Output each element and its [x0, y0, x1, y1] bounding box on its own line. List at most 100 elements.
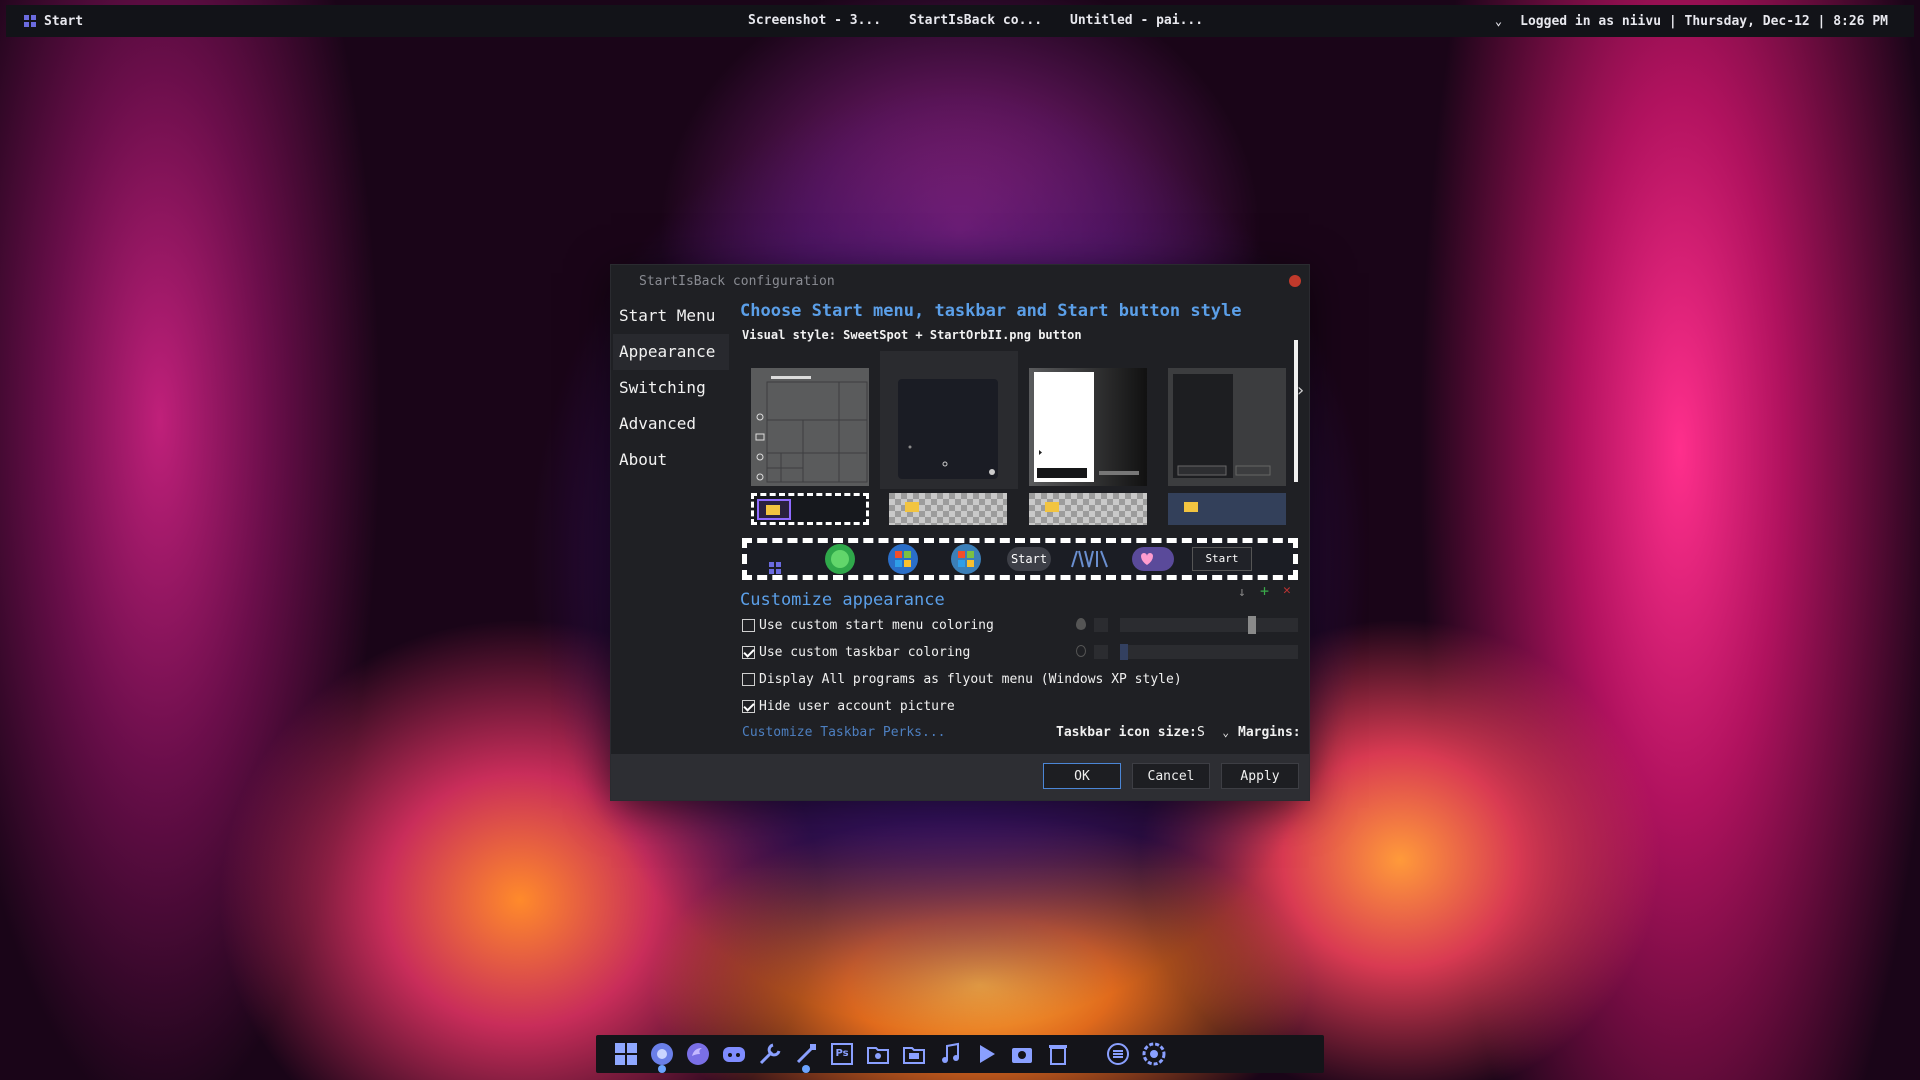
chevron-down-icon[interactable]: ⌄	[1495, 14, 1502, 28]
nav-start-menu[interactable]: Start Menu	[613, 298, 729, 334]
style-thumb-3[interactable]	[1029, 368, 1147, 486]
icon-size-label: Taskbar icon size:	[1056, 725, 1197, 740]
dialog-footer: OK Cancel Apply	[611, 754, 1309, 800]
folder-icon	[1184, 502, 1198, 512]
taskbar-style-1[interactable]	[751, 493, 869, 525]
orb-graffiti[interactable]	[1069, 547, 1113, 571]
chevron-right-icon[interactable]: ›	[1295, 380, 1306, 401]
color-drop-icon[interactable]	[1076, 618, 1086, 630]
startisback-dialog: StartIsBack configuration Start Menu App…	[611, 265, 1309, 800]
heart-orb-icon	[1141, 553, 1153, 565]
orb-start-pill[interactable]: Start	[1007, 547, 1051, 571]
camera-folder-icon[interactable]	[864, 1040, 892, 1068]
style-thumb-4[interactable]	[1168, 368, 1286, 486]
screenshot-icon[interactable]	[1008, 1040, 1036, 1068]
photoshop-label: Ps	[831, 1043, 853, 1065]
calendar-folder-icon[interactable]	[900, 1040, 928, 1068]
color-swatch[interactable]	[1094, 645, 1108, 659]
style-thumb-1[interactable]	[751, 368, 869, 486]
start-menu-opacity-slider[interactable]	[1120, 616, 1298, 634]
folder-glyph	[766, 505, 780, 515]
option-label: Use custom start menu coloring	[759, 617, 994, 633]
folder-icon	[905, 502, 919, 512]
start-grid-icon[interactable]	[612, 1040, 640, 1068]
orb-win7[interactable]	[885, 543, 921, 579]
style-heading: Choose Start menu, taskbar and Start but…	[740, 301, 1242, 321]
status-text: Logged in as niivu | Thursday, Dec-12 | …	[1520, 13, 1888, 29]
chrome-icon[interactable]	[648, 1040, 676, 1073]
option-taskbar-coloring[interactable]: Use custom taskbar coloring	[742, 643, 970, 661]
style-thumb-2-selected[interactable]	[880, 351, 1018, 489]
option-hide-user-picture[interactable]: Hide user account picture	[742, 697, 955, 715]
taskbar-opacity-slider[interactable]	[1120, 644, 1298, 660]
menu-icon[interactable]	[1104, 1040, 1132, 1068]
icon-size-select[interactable]: S ⌄	[1191, 723, 1233, 743]
music-icon[interactable]	[936, 1040, 964, 1068]
orb-win7-alt[interactable]	[948, 543, 984, 579]
ok-button[interactable]: OK	[1043, 763, 1121, 789]
add-icon[interactable]: +	[1260, 582, 1269, 600]
color-swatch[interactable]	[1094, 618, 1108, 632]
customize-perks-link[interactable]: Customize Taskbar Perks...	[742, 725, 946, 740]
icon-size-value: S	[1197, 725, 1205, 740]
cancel-button[interactable]: Cancel	[1132, 763, 1210, 789]
download-icon[interactable]: ↓	[1238, 585, 1246, 600]
start-button-styles: Start Start	[742, 538, 1298, 580]
photoshop-icon[interactable]: Ps	[828, 1040, 856, 1068]
slider-thumb[interactable]	[1248, 616, 1256, 634]
slider-thumb[interactable]	[1120, 644, 1128, 660]
play-icon[interactable]	[972, 1040, 1000, 1068]
taskbar-style-3[interactable]	[1029, 493, 1147, 525]
taskbar-style-4[interactable]	[1168, 493, 1286, 525]
chevron-down-icon: ⌄	[1222, 726, 1229, 739]
windows-orb-icon	[888, 544, 918, 574]
customize-heading: Customize appearance	[740, 590, 945, 610]
active-indicator	[802, 1065, 810, 1073]
checkbox-checked[interactable]	[742, 699, 755, 713]
dialog-title: StartIsBack configuration	[639, 274, 835, 289]
close-button[interactable]	[1289, 275, 1301, 287]
apply-button[interactable]: Apply	[1221, 763, 1299, 789]
nav-switching[interactable]: Switching	[613, 370, 729, 406]
active-indicator	[658, 1065, 666, 1073]
system-tray: ⌄ Logged in as niivu | Thursday, Dec-12 …	[1495, 5, 1888, 37]
option-flyout-menu[interactable]: Display All programs as flyout menu (Win…	[742, 670, 1182, 688]
color-drop-icon[interactable]	[1076, 645, 1086, 657]
taskbar-style-2[interactable]	[889, 493, 1007, 525]
visual-style-label: Visual style: SweetSpot + StartOrbII.png…	[742, 328, 1082, 342]
task-screenshot[interactable]: Screenshot - 3...	[748, 5, 881, 37]
nav-appearance[interactable]: Appearance	[613, 334, 729, 370]
checkbox[interactable]	[742, 618, 755, 632]
orb-start-classic[interactable]: Start	[1192, 547, 1252, 571]
option-start-menu-coloring[interactable]: Use custom start menu coloring	[742, 616, 994, 634]
trash-icon[interactable]	[1044, 1040, 1072, 1068]
clover-orb-icon	[825, 544, 855, 574]
orb-clover[interactable]	[822, 543, 858, 579]
start-grid-icon	[24, 15, 36, 27]
option-label: Use custom taskbar coloring	[759, 644, 971, 660]
orb-start-label: Start	[1010, 552, 1048, 566]
brush-icon[interactable]	[792, 1040, 820, 1073]
folder-icon	[1045, 502, 1059, 512]
orb-love[interactable]	[1132, 547, 1174, 571]
task-startisback[interactable]: StartIsBack co...	[909, 5, 1042, 37]
margins-label: Margins:	[1238, 725, 1301, 740]
firefox-icon[interactable]	[684, 1040, 712, 1068]
start-button[interactable]: Start	[24, 5, 83, 37]
orb-grid[interactable]	[769, 552, 781, 574]
windows-orb-icon	[951, 544, 981, 574]
dock: Ps	[596, 1035, 1324, 1073]
task-paint[interactable]: Untitled - pai...	[1070, 5, 1203, 37]
wrench-icon[interactable]	[756, 1040, 784, 1068]
checkbox-checked[interactable]	[742, 645, 755, 659]
option-label: Hide user account picture	[759, 698, 955, 714]
nav-about[interactable]: About	[613, 442, 729, 478]
discord-icon[interactable]	[720, 1040, 748, 1068]
nav-advanced[interactable]: Advanced	[613, 406, 729, 442]
checkbox[interactable]	[742, 672, 755, 686]
start-grid-icon	[769, 562, 781, 574]
top-bar: Start Screenshot - 3... StartIsBack co..…	[6, 5, 1914, 37]
remove-icon[interactable]: ✕	[1283, 583, 1291, 598]
settings-icon[interactable]	[1140, 1040, 1168, 1068]
start-label: Start	[44, 13, 84, 29]
